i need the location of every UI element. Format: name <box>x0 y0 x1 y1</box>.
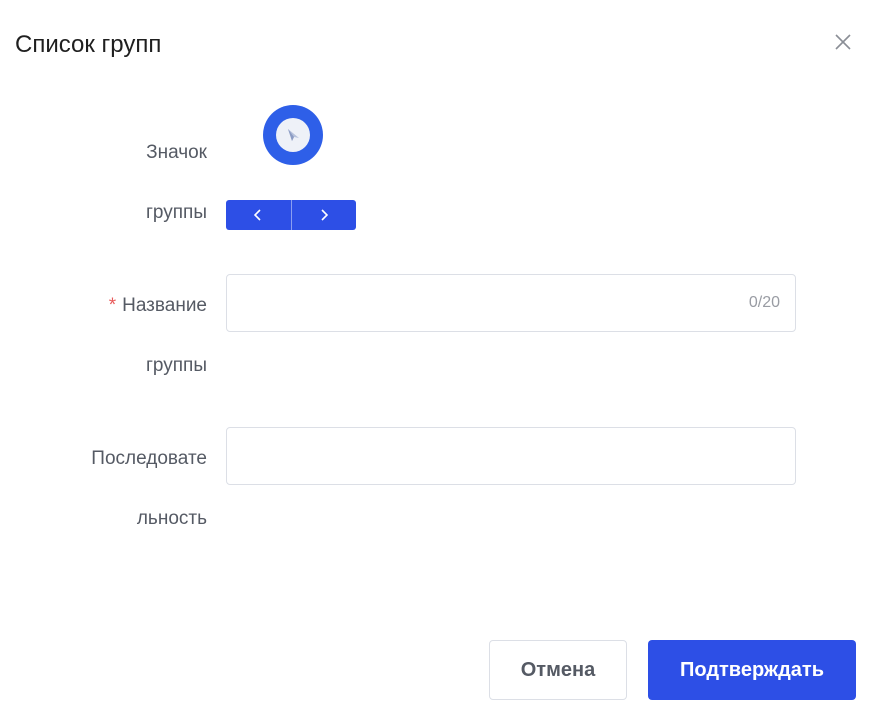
order-field <box>226 427 796 485</box>
group-list-dialog: Список групп Значок группы * Название гр… <box>0 0 872 713</box>
previous-icon-button[interactable] <box>226 200 292 230</box>
dialog-title: Список групп <box>15 31 162 58</box>
next-icon-button[interactable] <box>292 200 357 230</box>
compass-icon <box>276 118 310 152</box>
group-name-label-line1: * Название <box>109 290 207 322</box>
group-name-field: 0/20 <box>226 274 796 332</box>
order-input[interactable] <box>227 428 795 484</box>
icon-selector <box>226 200 356 230</box>
group-icon-label-line2: группы <box>145 202 207 223</box>
confirm-button[interactable]: Подтверждать <box>648 640 856 700</box>
group-name-label-line2: группы <box>145 355 207 376</box>
close-button[interactable] <box>832 31 854 53</box>
order-label-line1: Последовате <box>91 448 207 469</box>
character-counter: 0/20 <box>748 294 780 311</box>
order-label-line2: льность <box>136 508 207 529</box>
group-icon-preview <box>263 105 323 165</box>
chevron-left-icon <box>254 209 261 221</box>
chevron-right-icon <box>321 209 328 221</box>
cancel-button[interactable]: Отмена <box>489 640 627 700</box>
group-name-label-text: Название <box>122 295 207 316</box>
required-mark: * <box>108 295 117 316</box>
close-icon <box>835 34 851 50</box>
group-name-input[interactable] <box>227 275 795 331</box>
group-icon-label-line1: Значок <box>146 142 207 163</box>
